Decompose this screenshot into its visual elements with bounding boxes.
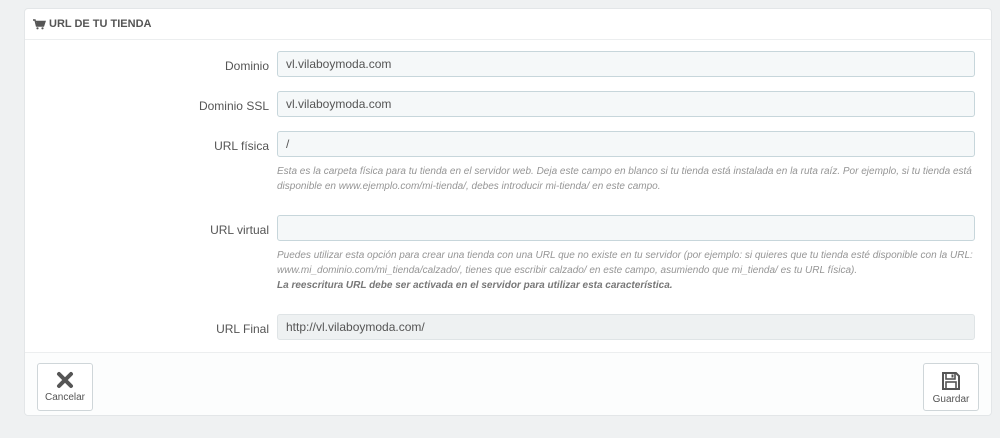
save-button[interactable]: Guardar	[923, 363, 979, 411]
save-label: Guardar	[932, 394, 970, 405]
url-virtual-help: Puedes utilizar esta opción para crear u…	[277, 248, 977, 293]
dominio-ssl-label: Dominio SSL	[198, 99, 269, 113]
dominio-input[interactable]: vl.vilaboymoda.com	[277, 51, 975, 77]
dominio-ssl-input[interactable]: vl.vilaboymoda.com	[277, 91, 975, 117]
url-virtual-help-text: Puedes utilizar esta opción para crear u…	[277, 250, 973, 276]
cancel-button[interactable]: Cancelar	[37, 363, 93, 411]
panel-title: URL DE TU TIENDA	[49, 18, 152, 30]
url-fisica-label: URL física	[214, 139, 269, 153]
url-final-label: URL Final	[216, 322, 269, 336]
shop-url-panel: URL DE TU TIENDA Dominio vl.vilaboymoda.…	[24, 8, 992, 416]
url-virtual-help-strong: La reescritura URL debe ser activada en …	[277, 280, 673, 291]
url-virtual-label: URL virtual	[210, 223, 269, 237]
url-virtual-input[interactable]	[277, 215, 975, 241]
url-fisica-help: Esta es la carpeta física para tu tienda…	[277, 166, 972, 192]
dominio-label: Dominio	[224, 59, 269, 73]
panel-heading: URL DE TU TIENDA	[25, 9, 991, 40]
url-fisica-input[interactable]: /	[277, 131, 975, 157]
cancel-label: Cancelar	[44, 392, 86, 403]
panel-footer: Cancelar Guardar	[25, 352, 991, 415]
url-final-input: http://vl.vilaboymoda.com/	[277, 314, 975, 340]
close-icon	[57, 372, 73, 388]
shopping-cart-icon	[33, 18, 46, 29]
save-icon	[942, 372, 960, 390]
